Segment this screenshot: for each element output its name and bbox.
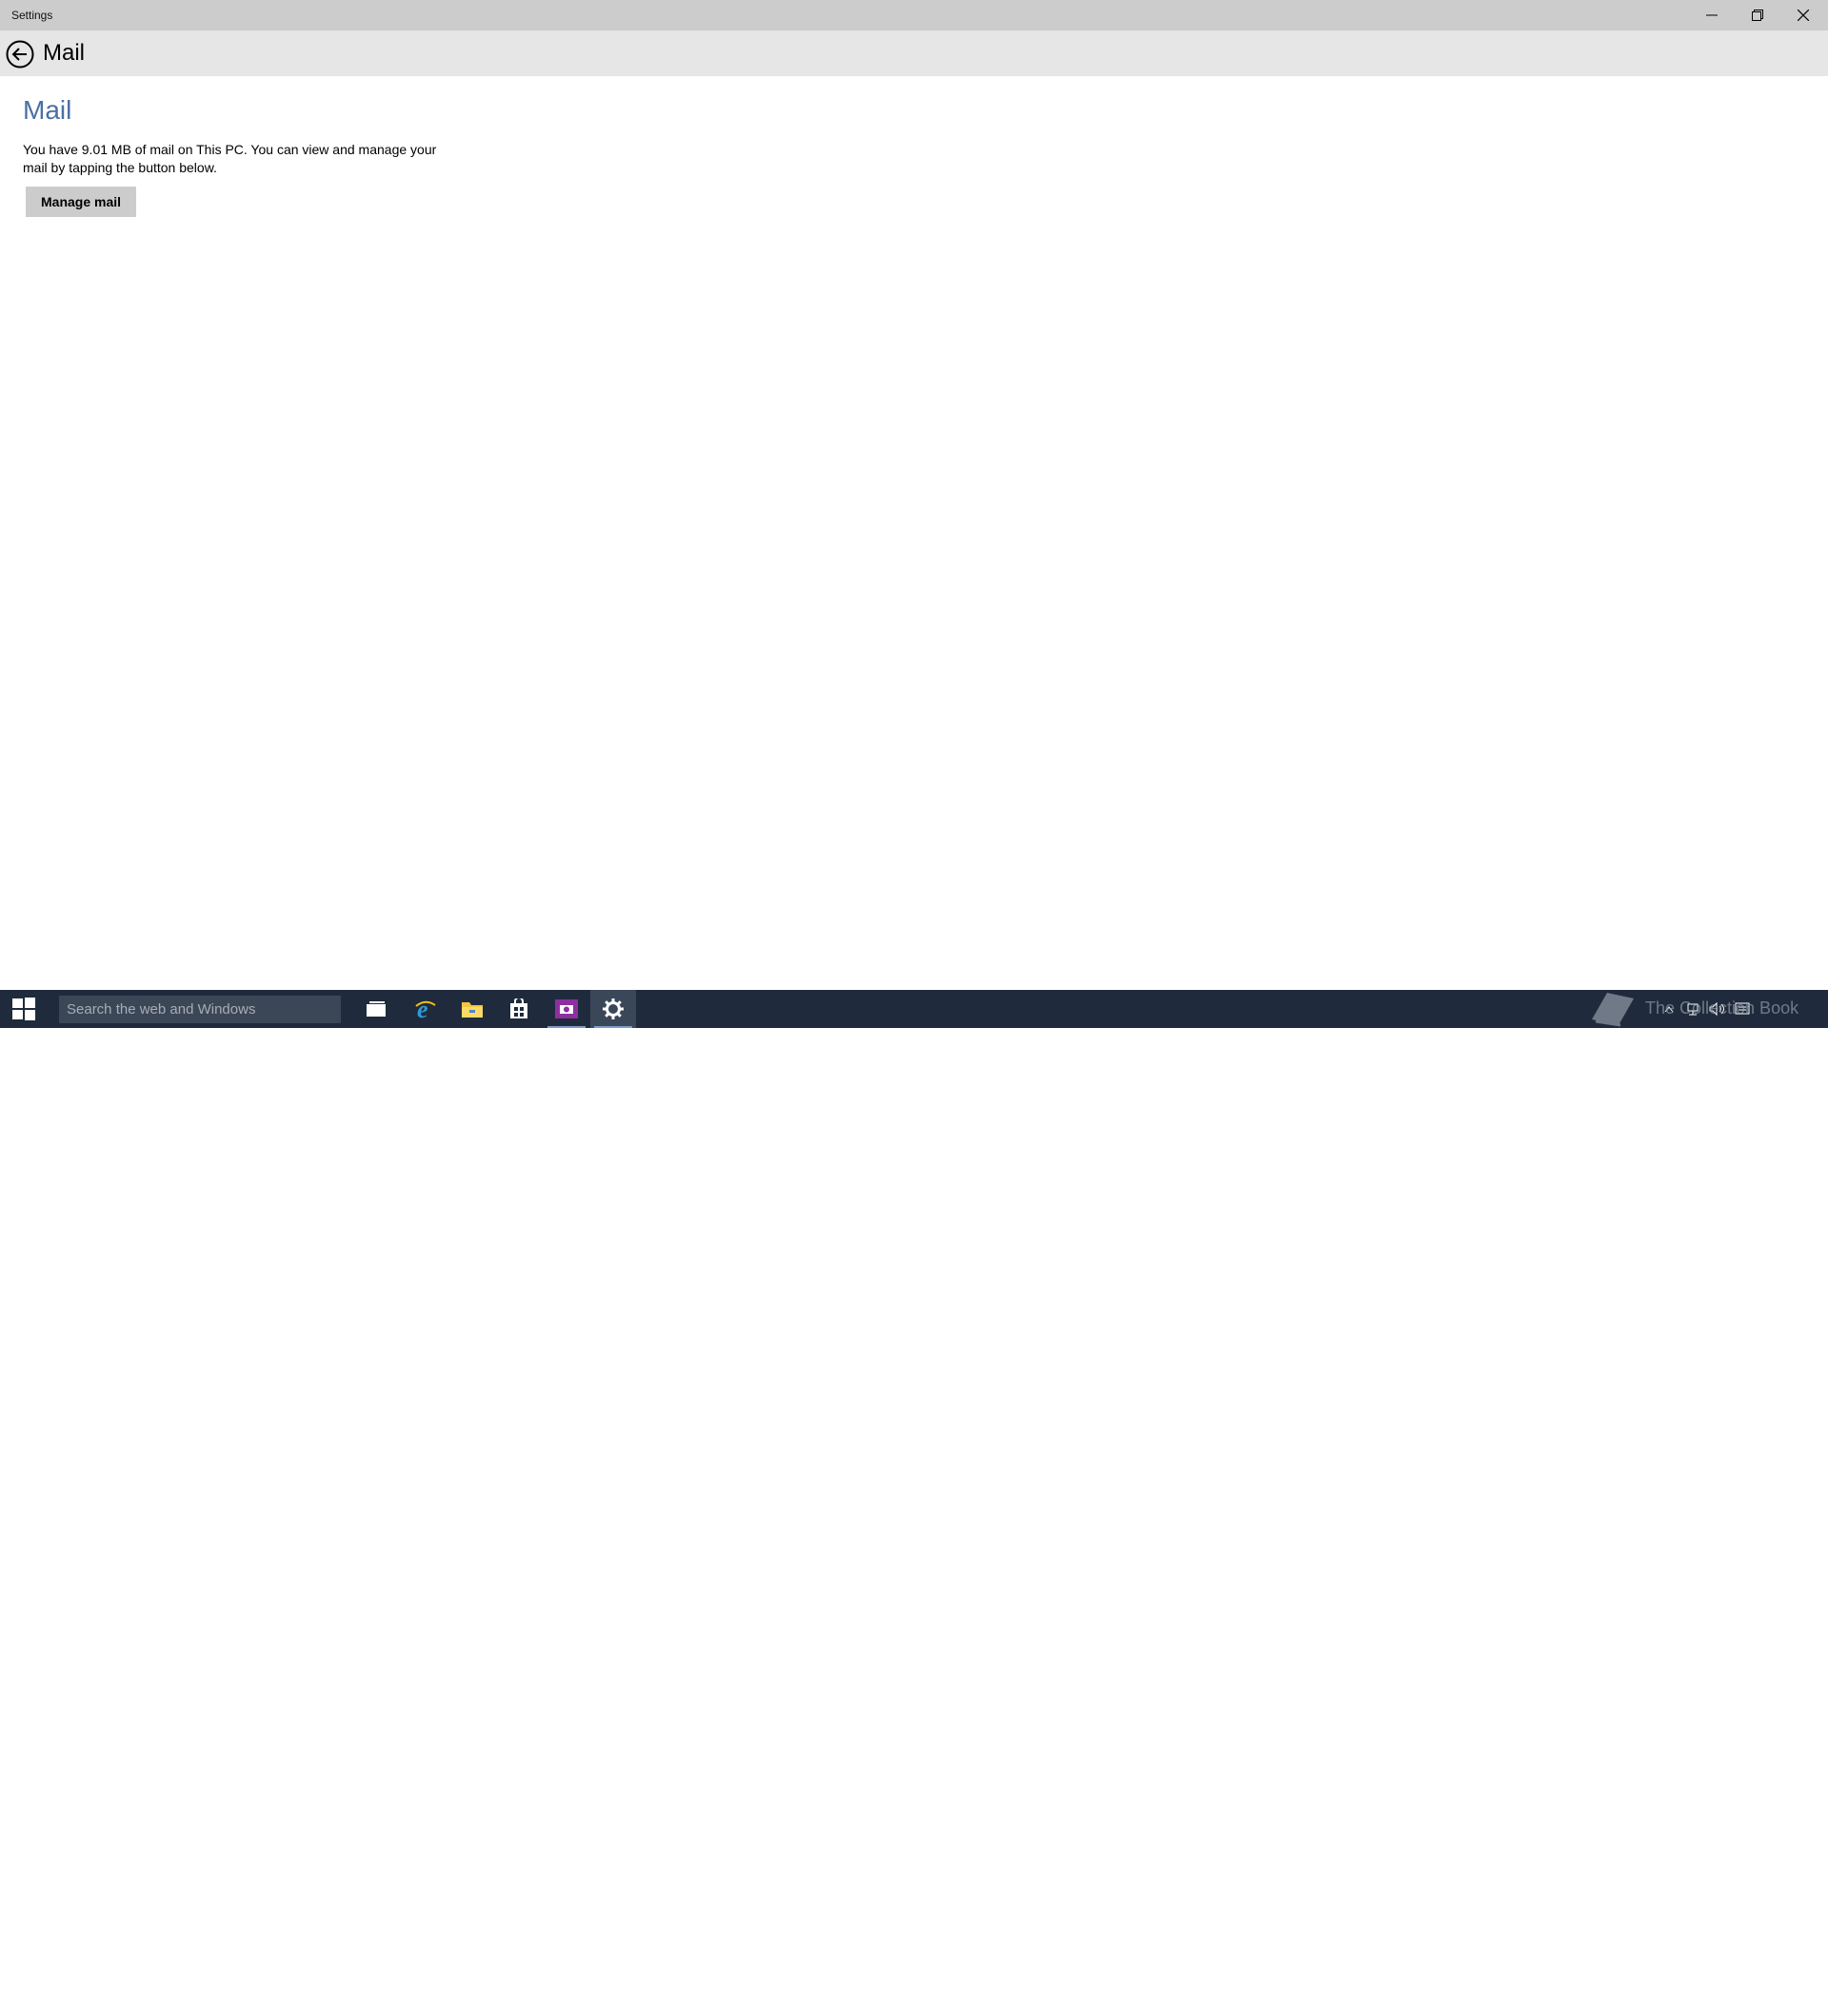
start-button[interactable] [0, 990, 48, 1028]
camera-icon [555, 999, 578, 1018]
section-title: Mail [23, 95, 72, 125]
svg-text:e: e [417, 997, 428, 1021]
gear-icon [603, 998, 624, 1019]
taskbar-search[interactable] [59, 996, 341, 1023]
windows-logo-icon [12, 998, 35, 1020]
store-icon [510, 998, 527, 1018]
manage-mail-button[interactable]: Manage mail [26, 187, 137, 217]
watermark: The Collection Book [1588, 988, 1828, 1028]
minimize-button[interactable] [1689, 0, 1735, 30]
ie-icon: e [415, 997, 436, 1021]
restore-icon [1752, 10, 1763, 21]
restore-button[interactable] [1735, 0, 1780, 30]
page-header: Mail [0, 30, 1828, 76]
close-button[interactable] [1780, 0, 1826, 30]
back-arrow-icon [6, 40, 34, 69]
taskbar-clock[interactable]: 8:39 AM 1/26/2015 [1752, 1982, 1824, 2016]
task-view-icon [367, 1001, 386, 1017]
task-view-button[interactable] [353, 990, 399, 1028]
taskbar: e [0, 990, 1828, 2010]
window-title: Settings [11, 9, 53, 22]
page-title: Mail [43, 40, 86, 66]
mail-description: You have 9.01 MB of mail on This PC. You… [23, 142, 437, 175]
folder-icon [462, 1002, 483, 1018]
book-icon [1592, 993, 1634, 1027]
clock-date: 1/26/2015 [1764, 1999, 1812, 2010]
back-button[interactable] [6, 40, 34, 69]
file-explorer-button[interactable] [449, 990, 495, 1028]
search-input[interactable] [59, 996, 341, 1023]
clock-time: 8:39 AM [1768, 1984, 1808, 1995]
minimize-icon [1706, 14, 1718, 16]
store-button[interactable] [496, 990, 542, 1028]
watermark-text: The Collection Book [1645, 998, 1799, 1018]
close-icon [1798, 10, 1809, 21]
main-content: Mail You have 9.01 MB of mail on This PC… [23, 95, 442, 217]
internet-explorer-button[interactable]: e [403, 990, 448, 1028]
camera-button[interactable] [544, 990, 589, 1028]
window-titlebar: Settings [0, 0, 1828, 30]
settings-button[interactable] [590, 990, 636, 1028]
